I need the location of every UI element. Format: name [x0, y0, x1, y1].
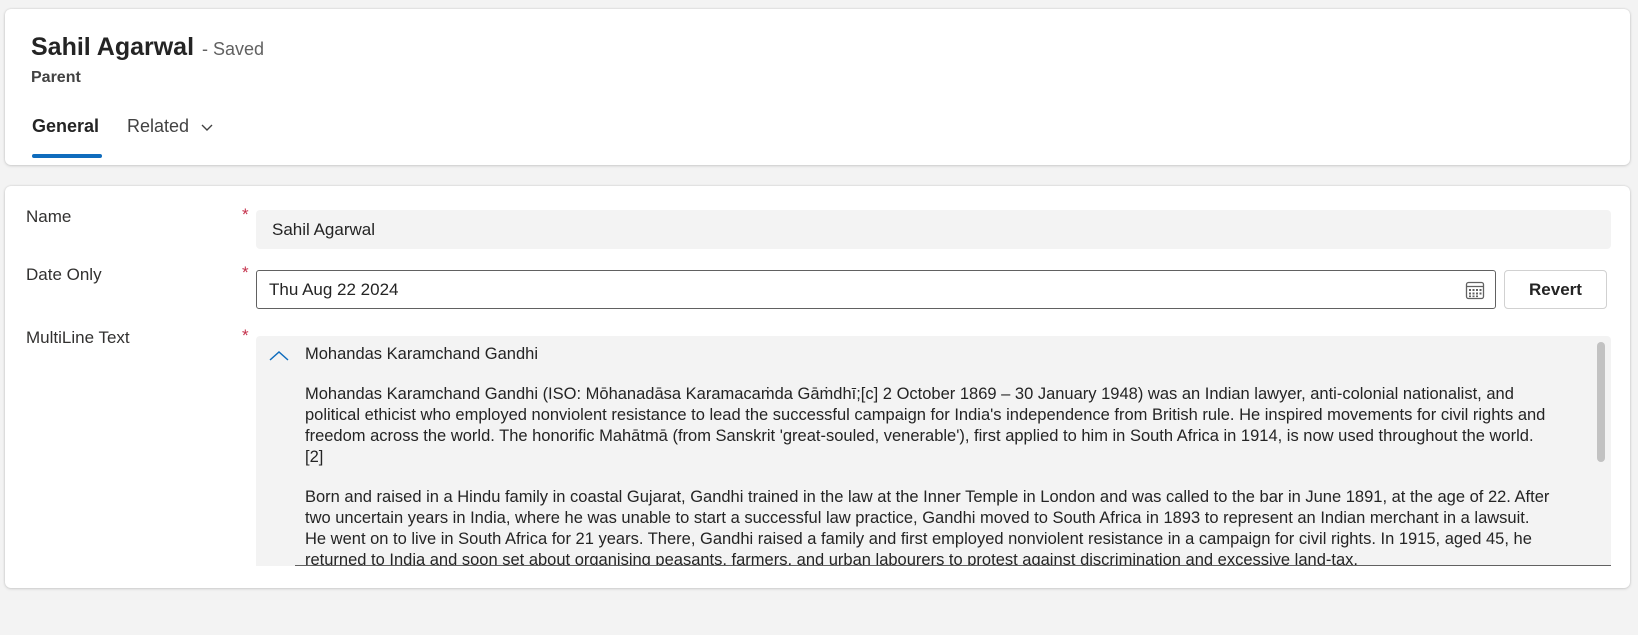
tab-related-label: Related — [127, 116, 190, 136]
multiline-text-content: Mohandas Karamchand Gandhi Mohandas Kara… — [305, 344, 1550, 566]
chevron-up-icon[interactable] — [268, 348, 290, 364]
chevron-down-icon — [201, 124, 213, 131]
calendar-icon[interactable] — [1465, 280, 1485, 300]
selected-tab-indicator — [32, 154, 102, 158]
required-marker: * — [242, 326, 249, 345]
date-only-label: Date Only — [26, 265, 102, 284]
content-paragraph: Born and raised in a Hindu family in coa… — [305, 488, 1550, 566]
tab-related[interactable]: Related — [127, 116, 215, 137]
name-label: Name — [26, 207, 72, 226]
form-section: Name * Sahil Agarwal Date Only * Thu Aug… — [5, 186, 1630, 588]
multiline-underline — [295, 565, 1611, 566]
date-only-input[interactable]: Thu Aug 22 2024 — [256, 270, 1496, 309]
record-title: Sahil Agarwal — [31, 33, 195, 61]
required-marker: * — [242, 205, 249, 224]
date-only-value: Thu Aug 22 2024 — [269, 280, 399, 299]
title-row: Sahil Agarwal - Saved — [31, 33, 264, 62]
tab-general[interactable]: General — [32, 116, 99, 137]
name-input[interactable]: Sahil Agarwal — [256, 210, 1611, 249]
vertical-scrollbar[interactable] — [1597, 342, 1605, 462]
multiline-text-label: MultiLine Text — [26, 328, 130, 347]
multiline-text-editor[interactable]: Mohandas Karamchand Gandhi Mohandas Kara… — [256, 336, 1611, 566]
record-header: Sahil Agarwal - Saved Parent General Rel… — [5, 9, 1630, 165]
content-heading: Mohandas Karamchand Gandhi — [305, 345, 538, 363]
content-paragraph: Mohandas Karamchand Gandhi (ISO: Mōhanad… — [305, 385, 1546, 466]
entity-name: Parent — [31, 69, 81, 86]
required-marker: * — [242, 263, 249, 282]
revert-button[interactable]: Revert — [1504, 270, 1607, 309]
tab-general-label: General — [32, 116, 100, 136]
save-status: - Saved — [202, 39, 265, 59]
